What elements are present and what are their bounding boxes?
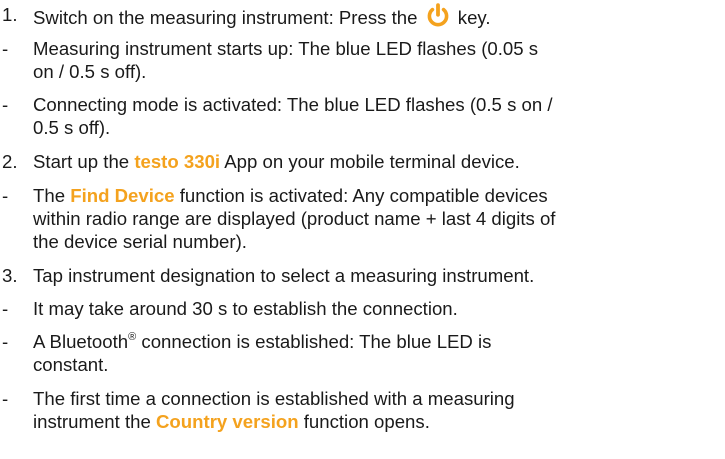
registered-mark: ® [128,330,137,343]
step-text: Tap instrument designation to select a m… [33,265,535,286]
power-icon [425,3,451,27]
bullet-text-end: connection is established: The blue LED … [141,331,492,352]
app-name-highlight: testo 330i [134,151,221,172]
bullet-text: constant. [33,354,109,375]
bullet-marker: - [2,331,9,352]
bullet-text: The [33,185,66,206]
bullet-marker: - [2,38,9,59]
bullet-text: Connecting mode is activated: The blue L… [33,94,553,115]
bullet-text: on / 0.5 s off). [33,61,147,82]
step-number: 1. [2,4,18,25]
bullet-text: the device serial number). [33,231,247,252]
bullet-marker: - [2,298,9,319]
step-text-end: key. [457,7,491,28]
step-text-end: App on your mobile terminal device. [224,151,520,172]
bullet-text: It may take around 30 s to establish the… [33,298,458,319]
bullet-text: The first time a connection is establish… [33,388,515,409]
step-text: Switch on the measuring instrument: Pres… [33,7,418,28]
step-text: Start up the [33,151,130,172]
instruction-document: 1. Switch on the measuring instrument: P… [0,0,725,459]
bullet-marker: - [2,185,9,206]
bullet-text: instrument the [33,411,151,432]
bullet-text-end: function opens. [303,411,430,432]
step-number: 2. [2,151,18,172]
bullet-marker: - [2,388,9,409]
function-name-highlight: Find Device [70,185,175,206]
function-name-highlight: Country version [156,411,299,432]
bullet-text: A Bluetooth [33,331,129,352]
bullet-text: Measuring instrument starts up: The blue… [33,38,539,59]
bullet-text: within radio range are displayed (produc… [33,208,556,229]
bullet-text-end: function is activated: Any compatible de… [179,185,548,206]
bullet-marker: - [2,94,9,115]
bullet-text: 0.5 s off). [33,117,111,138]
step-number: 3. [2,265,18,286]
